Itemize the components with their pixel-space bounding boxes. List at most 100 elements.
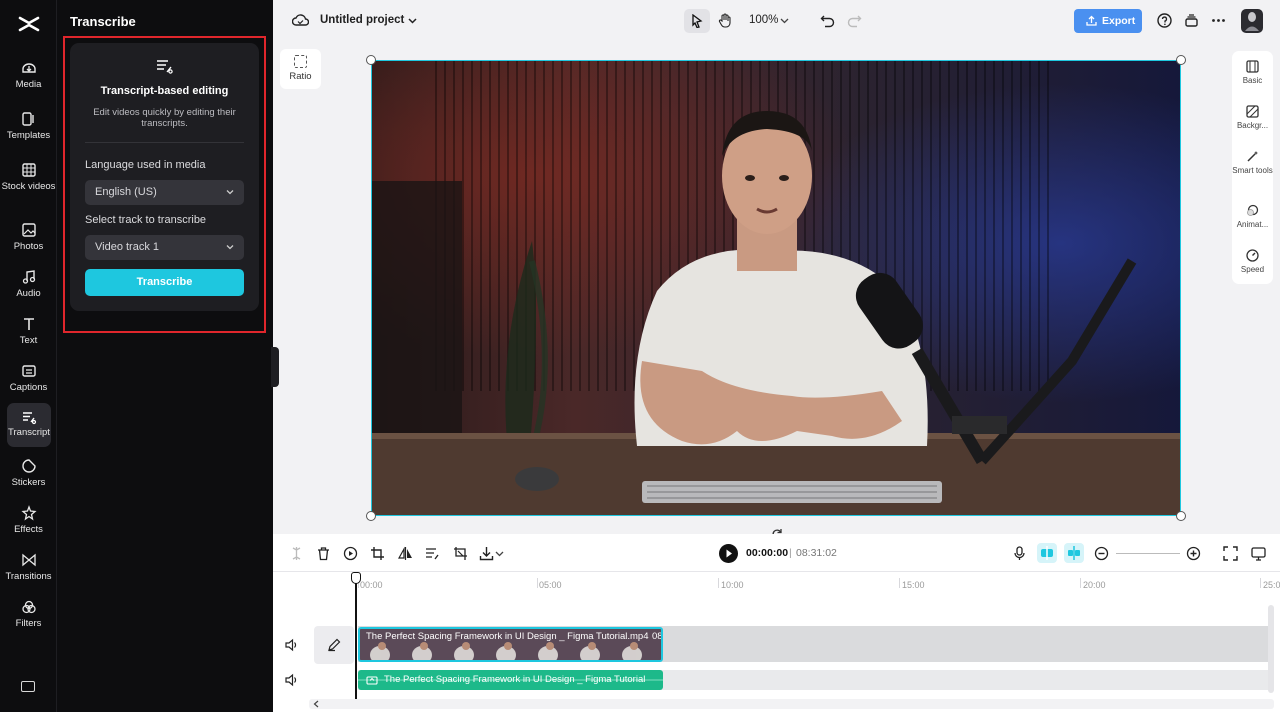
crop-icon[interactable]	[370, 546, 385, 561]
export-button[interactable]: Export	[1074, 9, 1142, 33]
rail-item-media[interactable]: Media	[0, 60, 57, 90]
more-icon[interactable]	[1211, 13, 1226, 28]
zoom-out-icon[interactable]	[1094, 546, 1109, 561]
prop-speed[interactable]: Speed	[1232, 249, 1273, 274]
rail-item-photos[interactable]: Photos	[0, 222, 57, 252]
undo-icon[interactable]	[820, 13, 835, 28]
card-description: Edit videos quickly by editing their tra…	[93, 107, 236, 129]
rail-item-label: Photos	[13, 241, 44, 252]
playhead[interactable]	[355, 572, 357, 700]
timeline-toolbar: 00:00:00 | 08:31:02	[273, 534, 1280, 572]
background-icon	[1246, 105, 1259, 118]
top-bar: Untitled project 100% Export	[273, 0, 1280, 43]
properties-panel: Basic Backgr... Smart tools Animat... Sp…	[1232, 51, 1273, 284]
audio-icon	[22, 270, 35, 284]
timeline[interactable]: 00:00 05:00 10:00 15:00 20:00 25:0 The P…	[273, 572, 1280, 712]
rail-item-filters[interactable]: Filters	[0, 599, 57, 629]
rail-item-text[interactable]: Text	[0, 316, 57, 346]
export-label: Export	[1102, 15, 1136, 27]
chevron-down-icon	[226, 245, 234, 250]
rail-item-label: Stickers	[11, 477, 46, 488]
photos-icon	[21, 223, 36, 237]
rail-item-effects[interactable]: Effects	[0, 505, 57, 535]
filters-icon	[21, 600, 36, 614]
prop-animation[interactable]: Animat...	[1232, 204, 1273, 229]
redo-icon[interactable]	[847, 13, 862, 28]
transcript-icon[interactable]	[425, 546, 440, 561]
resize-handle[interactable]	[1176, 55, 1186, 65]
rail-item-stickers[interactable]: Stickers	[0, 458, 57, 488]
volume-icon[interactable]	[284, 673, 298, 687]
rail-item-label: Stock videos	[1, 181, 56, 192]
resize-handle[interactable]	[1176, 511, 1186, 521]
vertical-scrollbar[interactable]	[1268, 605, 1274, 693]
avatar[interactable]	[1241, 9, 1263, 33]
time-separator: |	[789, 547, 792, 559]
volume-icon[interactable]	[284, 638, 298, 652]
animation-icon	[1247, 204, 1259, 216]
rail-item-label: Text	[19, 335, 38, 346]
chevron-down-icon[interactable]	[495, 550, 504, 558]
effects-icon	[20, 505, 37, 521]
templates-icon	[21, 112, 34, 126]
audio-clip[interactable]: The Perfect Spacing Framework in UI Desi…	[358, 670, 663, 690]
trim-icon[interactable]	[453, 546, 468, 561]
rail-item-captions[interactable]: Captions	[0, 363, 57, 393]
basic-icon	[1246, 60, 1259, 73]
play-button[interactable]	[719, 544, 738, 563]
horizontal-scrollbar[interactable]	[309, 699, 1274, 709]
download-icon[interactable]	[479, 546, 494, 561]
select-tool-button[interactable]	[684, 9, 710, 33]
resize-handle[interactable]	[366, 55, 376, 65]
transcribe-button[interactable]: Transcribe	[85, 269, 244, 296]
rail-item-stock-videos[interactable]: Stock videos	[0, 162, 57, 192]
preview-monitor-icon[interactable]	[1251, 546, 1266, 561]
resize-handle[interactable]	[366, 511, 376, 521]
transitions-icon	[21, 553, 36, 567]
zoom-in-icon[interactable]	[1186, 546, 1201, 561]
track-label: Select track to transcribe	[85, 214, 207, 226]
delete-icon[interactable]	[316, 546, 331, 561]
speed-icon	[1246, 249, 1259, 262]
prop-smart-tools[interactable]: Smart tools	[1232, 150, 1273, 175]
playhead-handle[interactable]	[351, 572, 361, 584]
microphone-icon[interactable]	[1012, 546, 1027, 561]
track-select[interactable]: Video track 1	[85, 235, 244, 260]
video-clip[interactable]: The Perfect Spacing Framework in UI Desi…	[358, 627, 663, 662]
flip-icon[interactable]	[398, 546, 413, 561]
rail-item-transcript[interactable]: Transcript	[7, 403, 51, 447]
ratio-button[interactable]: Ratio	[280, 49, 321, 89]
panel-collapse-handle[interactable]	[271, 347, 279, 387]
card-title: Transcript-based editing	[100, 85, 229, 97]
language-select[interactable]: English (US)	[85, 180, 244, 205]
rail-item-transitions[interactable]: Transitions	[0, 552, 57, 582]
timeline-zoom-slider[interactable]	[1116, 553, 1180, 554]
replay-icon[interactable]	[343, 546, 358, 561]
zoom-level[interactable]: 100%	[749, 14, 778, 26]
prop-basic[interactable]: Basic	[1232, 60, 1273, 85]
ratio-label: Ratio	[289, 71, 312, 82]
chevron-down-icon[interactable]	[408, 17, 417, 25]
split-icon[interactable]	[289, 546, 304, 561]
chevron-left-icon	[313, 700, 319, 708]
cloud-icon[interactable]	[292, 13, 309, 27]
magnet-snap-toggle[interactable]	[1037, 543, 1057, 563]
hand-tool-icon[interactable]	[718, 13, 732, 28]
link-toggle[interactable]	[1064, 543, 1084, 563]
keyboard-shortcuts-icon[interactable]	[21, 681, 35, 692]
capcut-logo-icon[interactable]	[17, 14, 41, 34]
video-preview[interactable]	[371, 60, 1181, 516]
prop-background[interactable]: Backgr...	[1232, 105, 1273, 130]
layers-icon[interactable]	[1184, 13, 1199, 28]
edit-track-button[interactable]	[314, 626, 354, 664]
play-icon	[726, 549, 732, 558]
rail-item-audio[interactable]: Audio	[0, 269, 57, 299]
language-select-value: English (US)	[95, 186, 157, 198]
panel-title: Transcribe	[70, 14, 136, 29]
chevron-down-icon	[226, 190, 234, 195]
help-icon[interactable]	[1157, 13, 1172, 28]
chevron-down-icon[interactable]	[780, 17, 789, 25]
fullscreen-icon[interactable]	[1223, 546, 1238, 561]
rail-item-templates[interactable]: Templates	[0, 111, 57, 141]
project-name[interactable]: Untitled project	[320, 14, 404, 26]
